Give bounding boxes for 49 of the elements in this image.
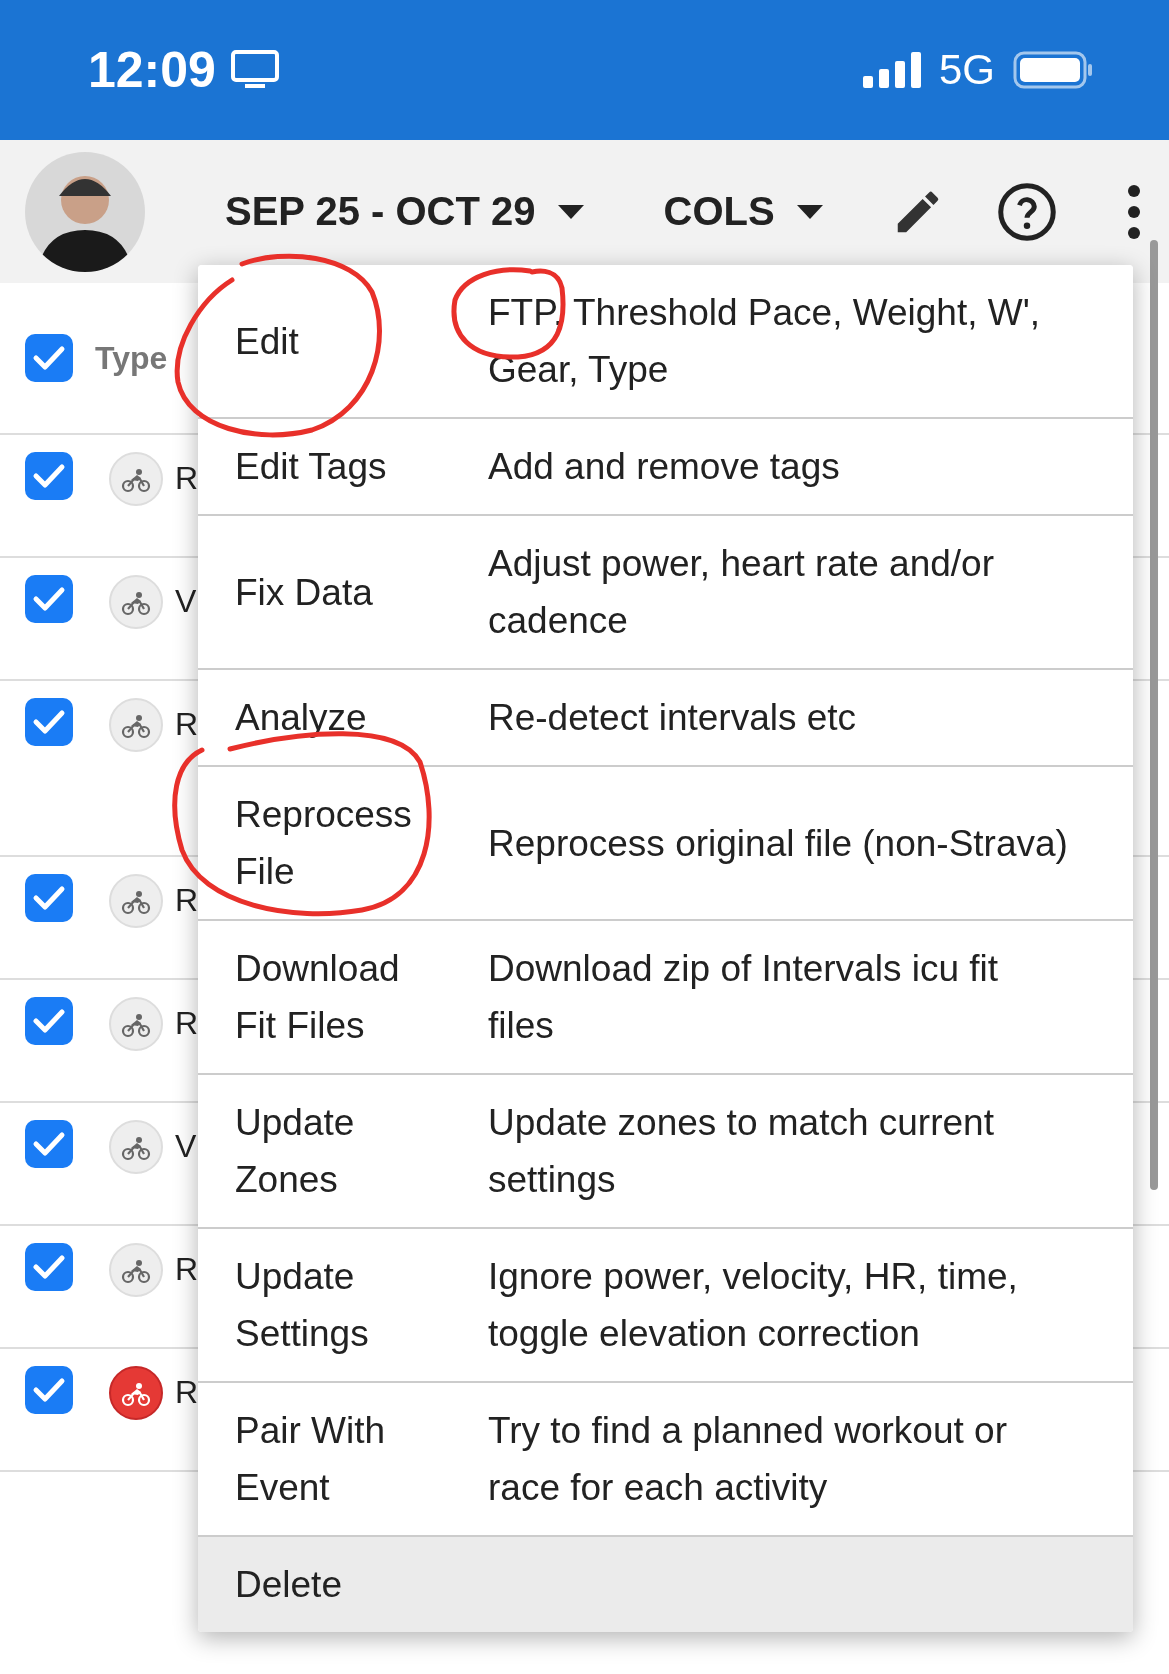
network-label: 5G bbox=[938, 46, 995, 94]
check-icon bbox=[32, 884, 66, 912]
check-icon bbox=[32, 1253, 66, 1281]
check-icon bbox=[32, 585, 66, 613]
more-icon[interactable] bbox=[1126, 183, 1141, 240]
date-range-dropdown[interactable]: SEP 25 - OCT 29 bbox=[225, 189, 584, 234]
checkbox[interactable] bbox=[25, 575, 73, 623]
clock-time: 12:09 bbox=[88, 41, 216, 99]
caret-icon bbox=[557, 204, 584, 219]
signal-icon bbox=[862, 52, 921, 88]
menu-item[interactable]: Edit FTP, Threshold Pace, Weight, W', Gear, Type bbox=[198, 265, 1133, 419]
check-icon bbox=[32, 1130, 66, 1158]
checkbox[interactable] bbox=[25, 698, 73, 746]
monitor-icon bbox=[229, 49, 280, 91]
table-cell: R bbox=[175, 1251, 199, 1288]
checkbox[interactable] bbox=[25, 1120, 73, 1168]
menu-item[interactable]: Reprocess File Reprocess original file (non-Strava) bbox=[198, 767, 1133, 921]
table-cell: V bbox=[175, 583, 197, 620]
menu-item[interactable]: Download Fit Files Download zip of Intervals icu fit files bbox=[198, 921, 1133, 1075]
menu-item[interactable]: Analyze Re-detect intervals etc bbox=[198, 670, 1133, 767]
menu-item[interactable]: Delete bbox=[198, 1537, 1133, 1632]
table-cell: R bbox=[175, 706, 199, 743]
table-cell: R bbox=[175, 882, 199, 919]
table-cell: V bbox=[175, 1128, 197, 1165]
checkbox[interactable] bbox=[25, 997, 73, 1045]
check-icon bbox=[32, 1376, 66, 1404]
columns-dropdown[interactable]: COLS bbox=[663, 189, 823, 234]
column-header: Type bbox=[95, 339, 168, 377]
check-icon bbox=[32, 462, 66, 490]
scrollbar[interactable] bbox=[1150, 240, 1158, 1190]
table-cell: R bbox=[175, 1374, 199, 1411]
menu-item[interactable]: Update Settings Ignore power, velocity, HR, time, toggle elevation correction bbox=[198, 1229, 1133, 1383]
menu-item[interactable]: Fix Data Adjust power, heart rate and/or cadence bbox=[198, 516, 1133, 670]
checkbox[interactable] bbox=[25, 874, 73, 922]
check-icon bbox=[32, 1007, 66, 1035]
table-cell: R bbox=[175, 460, 199, 497]
checkbox[interactable] bbox=[25, 1366, 73, 1414]
checkbox[interactable] bbox=[25, 334, 73, 382]
menu-item[interactable]: Pair With Event Try to find a planned workout or race for each activity bbox=[198, 1383, 1133, 1537]
checkbox[interactable] bbox=[25, 1243, 73, 1291]
table-cell: R bbox=[175, 1005, 199, 1042]
menu-item[interactable]: Edit Tags Add and remove tags bbox=[198, 419, 1133, 516]
menu-item[interactable]: Update Zones Update zones to match current settings bbox=[198, 1075, 1133, 1229]
check-icon bbox=[32, 708, 66, 736]
check-icon bbox=[32, 344, 66, 372]
help-icon[interactable] bbox=[996, 181, 1057, 242]
battery-icon bbox=[1013, 51, 1093, 89]
checkbox[interactable] bbox=[25, 452, 73, 500]
caret-icon bbox=[796, 204, 823, 219]
